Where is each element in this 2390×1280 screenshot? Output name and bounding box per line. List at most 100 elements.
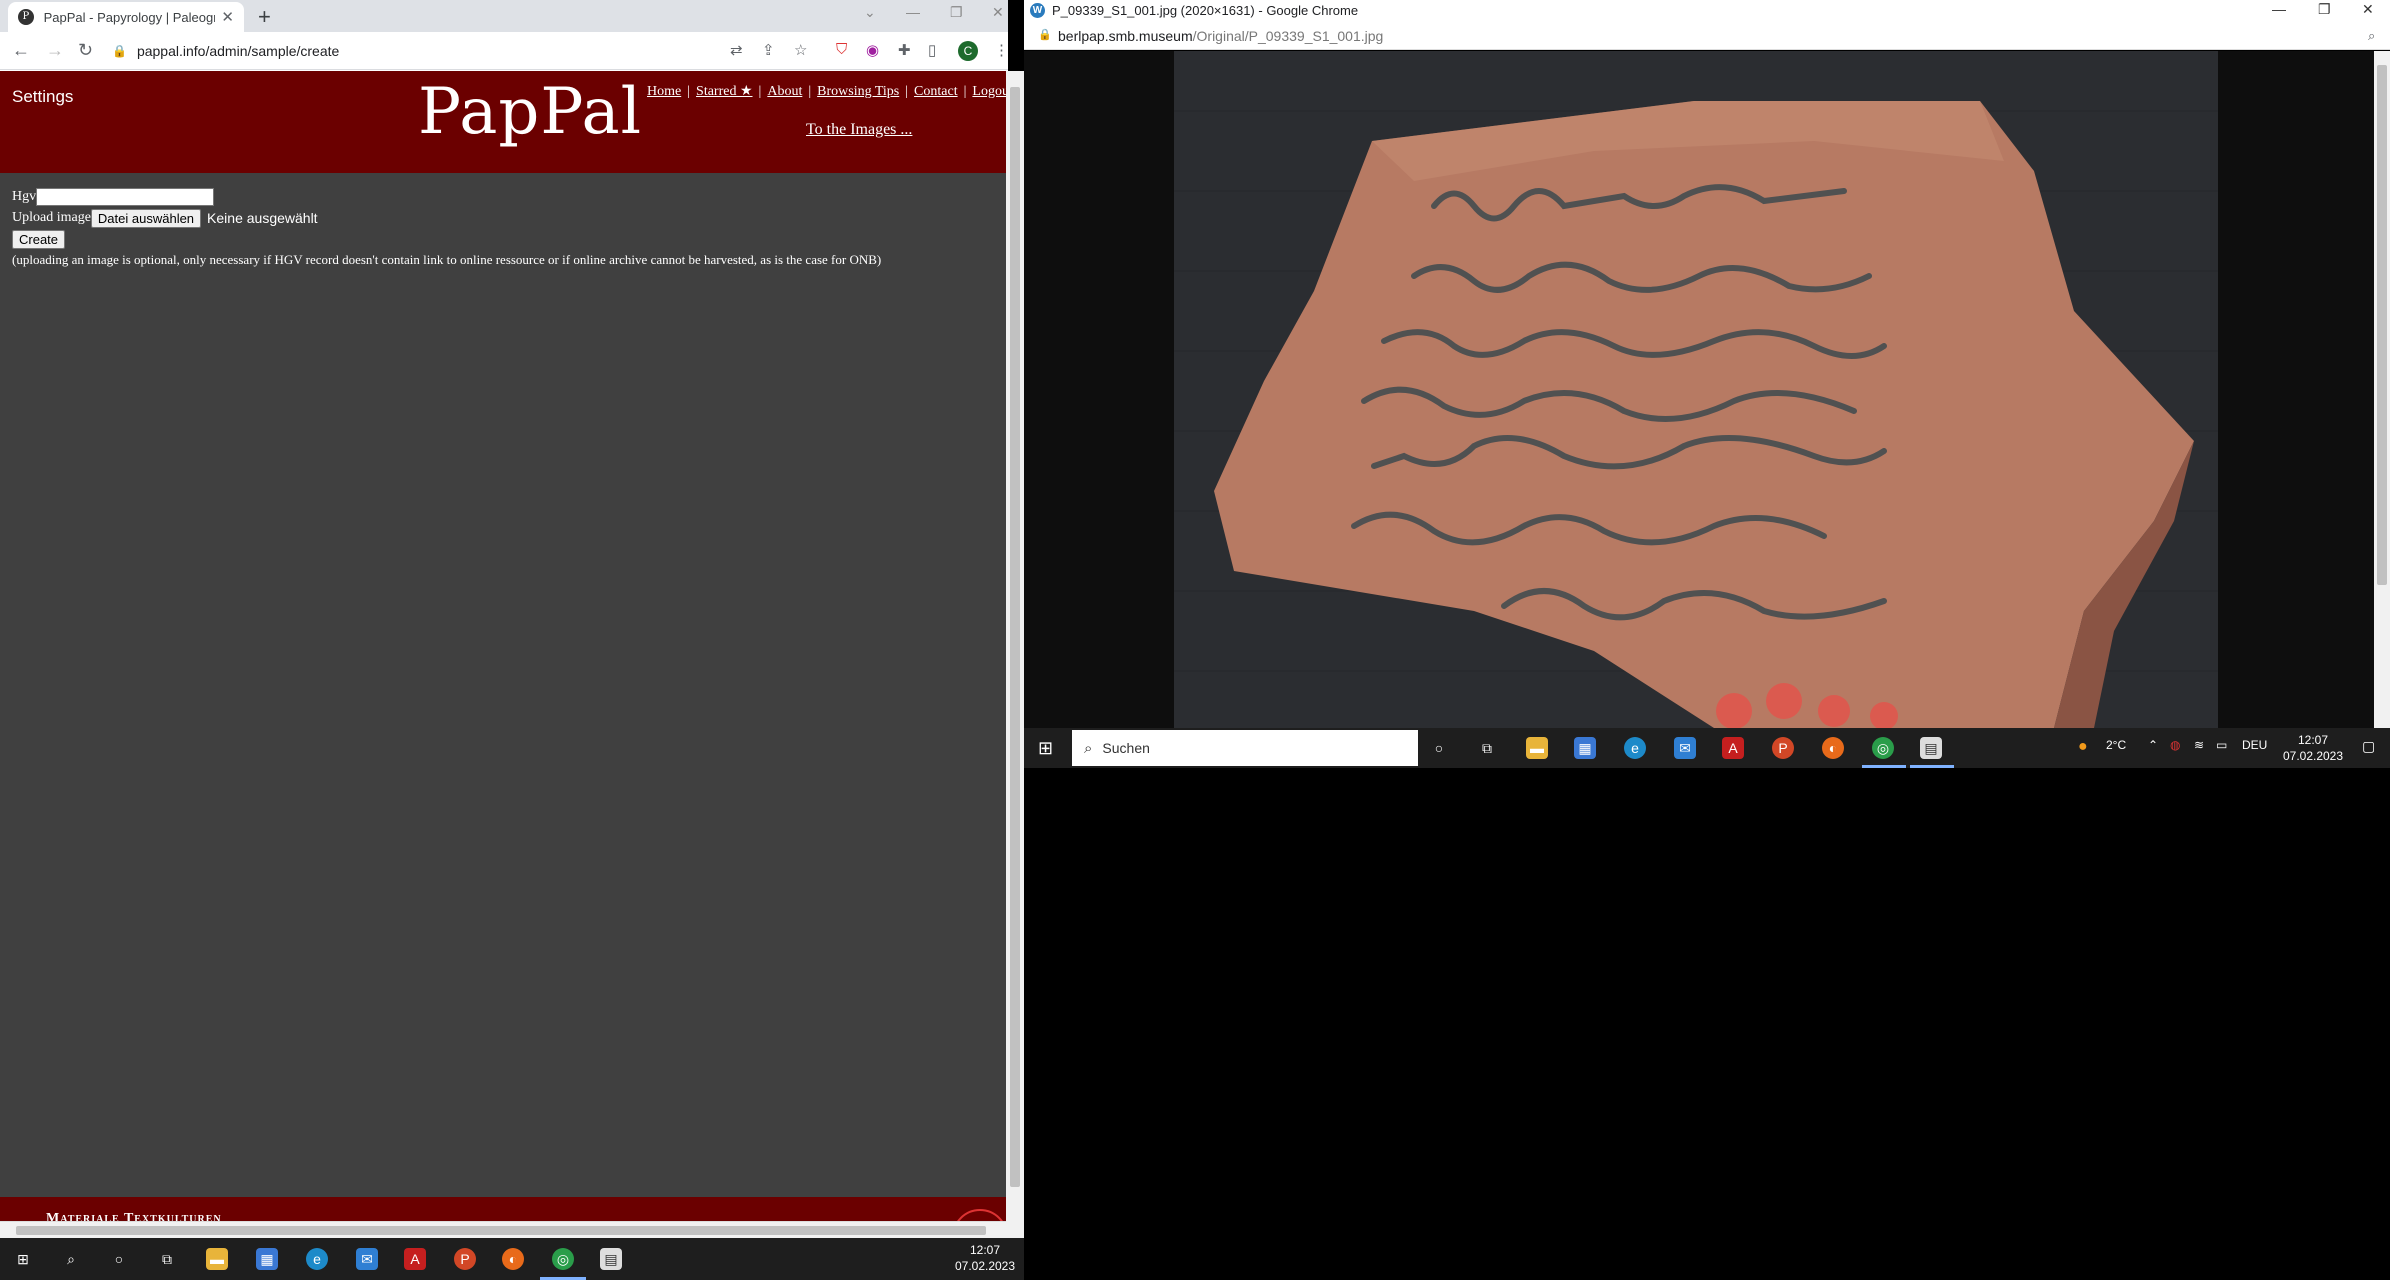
bottom-store-icon[interactable]: ▦ <box>256 1248 278 1270</box>
right-restore-icon[interactable]: ❐ <box>2318 1 2331 18</box>
tab-search-icon[interactable]: ⌄ <box>864 4 876 21</box>
chrome-active-indicator <box>1862 765 1906 768</box>
windows-start-icon[interactable]: ⊞ <box>1038 738 1053 759</box>
to-images-link[interactable]: To the Images ... <box>806 121 912 139</box>
reload-icon[interactable]: ↻ <box>78 40 93 61</box>
bottom-firefox-icon[interactable]: ◐ <box>502 1248 524 1270</box>
bottom-cortana-icon[interactable]: ○ <box>108 1248 130 1270</box>
share-icon[interactable]: ⇪ <box>762 41 775 59</box>
nav-contact[interactable]: Contact <box>914 84 958 99</box>
right-close-icon[interactable]: ✕ <box>2362 1 2374 18</box>
back-icon[interactable]: ← <box>12 40 30 61</box>
notifications-icon[interactable]: ▢ <box>2362 738 2375 755</box>
battery-icon[interactable]: ▭ <box>2216 738 2227 752</box>
bottom-window-app-icon[interactable]: ▤ <box>600 1248 622 1270</box>
left-browser-window: P PapPal - Papyrology | Paleograph ✕ + ⌄… <box>0 0 1008 1238</box>
upload-row: Upload image Datei auswählen Keine ausge… <box>12 208 881 228</box>
create-button[interactable]: Create <box>12 229 66 249</box>
bottom-edge-icon[interactable]: e <box>306 1248 328 1270</box>
site-logo[interactable]: PapPal <box>418 75 642 149</box>
weather-icon[interactable]: ● <box>2078 738 2088 756</box>
horizontal-scrollbar[interactable] <box>0 1221 1008 1238</box>
bottom-clock[interactable]: 12:07 07.02.2023 <box>950 1242 1020 1274</box>
address-bar[interactable]: 🔒 pappal.info/admin/sample/create <box>112 38 712 64</box>
taskbar-clock[interactable]: 12:07 07.02.2023 <box>2278 732 2348 764</box>
image-viewer <box>1024 51 2374 728</box>
file-status-text: Keine ausgewählt <box>207 210 318 226</box>
bottom-chrome-icon[interactable]: ◎ <box>552 1248 574 1270</box>
tab-title: PapPal - Papyrology | Paleograph <box>43 9 216 25</box>
cortana-icon[interactable]: ○ <box>1428 737 1450 759</box>
new-tab-icon[interactable]: + <box>258 4 271 30</box>
right-vertical-scroll-thumb[interactable] <box>2377 65 2387 585</box>
bottom-mail-icon[interactable]: ✉ <box>356 1248 378 1270</box>
menu-kebab-icon[interactable]: ⋮ <box>994 41 1008 59</box>
tab-close-icon[interactable]: ✕ <box>221 8 234 26</box>
restore-icon[interactable]: ❐ <box>950 4 963 21</box>
tray-chevron-icon[interactable]: ⌃ <box>2148 738 2158 752</box>
pappal-favicon-icon: P <box>18 9 34 25</box>
wifi-icon[interactable]: ≋ <box>2194 738 2204 752</box>
right-window-title: P_09339_S1_001.jpg (2020×1631) - Google … <box>1052 3 1359 18</box>
taskbar-search-placeholder: Suchen <box>1102 740 1150 756</box>
right-taskbar: ⊞ ⌕ Suchen ○ ⧉ ▬ ▦ e ✉ A P ◐ ◎ ▤ ● 2°C ⌃… <box>1024 728 2390 768</box>
upload-note: (uploading an image is optional, only ne… <box>12 252 882 267</box>
hgv-input[interactable] <box>36 188 215 206</box>
extension-ublock-icon[interactable]: ◉ <box>866 41 879 59</box>
nav-browsing-tips[interactable]: Browsing Tips <box>817 84 899 99</box>
nav-about[interactable]: About <box>767 84 802 99</box>
nav-starred[interactable]: Starred ★ <box>696 84 752 99</box>
translate-icon[interactable]: ⇄ <box>730 41 743 59</box>
firefox-icon[interactable]: ◐ <box>1822 737 1844 759</box>
pappal-page: Settings PapPal Home | Starred ★ | About | Bro… <box>0 71 1008 1238</box>
acrobat-icon[interactable]: A <box>1722 737 1744 759</box>
right-address-bar[interactable]: 🔒 berlpap.smb.museum/Original/P_09339_S1… <box>1024 22 2390 50</box>
nav-logout[interactable]: Logou <box>972 84 1008 99</box>
tray-alert-icon[interactable]: ◍ <box>2170 738 2180 752</box>
url-domain: berlpap.smb.museum <box>1058 28 1193 44</box>
window-app-icon[interactable]: ▤ <box>1920 737 1942 759</box>
settings-link[interactable]: Settings <box>12 87 73 107</box>
right-title-bar: W P_09339_S1_001.jpg (2020×1631) - Googl… <box>1024 0 2390 22</box>
tab-strip: P PapPal - Papyrology | Paleograph ✕ + ⌄… <box>0 0 1008 32</box>
wordpress-favicon-icon: W <box>1030 3 1045 18</box>
bottom-acrobat-icon[interactable]: A <box>404 1248 426 1270</box>
left-vertical-scrollbar[interactable] <box>1006 71 1024 1238</box>
bottom-file-explorer-icon[interactable]: ▬ <box>206 1248 228 1270</box>
forward-icon[interactable]: → <box>46 40 64 61</box>
bottom-clock-date: 07.02.2023 <box>954 1259 1016 1273</box>
taskbar-search-box[interactable]: ⌕ Suchen <box>1072 730 1418 766</box>
tab-pappal[interactable]: P PapPal - Papyrology | Paleograph ✕ <box>8 2 244 32</box>
zoom-icon[interactable]: ⌕ <box>2368 28 2375 44</box>
right-vertical-scrollbar[interactable] <box>2374 51 2390 728</box>
side-panel-icon[interactable]: ▯ <box>928 41 936 59</box>
store-icon[interactable]: ▦ <box>1574 737 1596 759</box>
minimize-icon[interactable]: — <box>906 4 920 20</box>
language-indicator[interactable]: DEU <box>2242 738 2267 752</box>
mail-icon[interactable]: ✉ <box>1674 737 1696 759</box>
horizontal-scroll-thumb[interactable] <box>16 1226 986 1235</box>
close-window-icon[interactable]: ✕ <box>992 4 1004 21</box>
profile-avatar[interactable]: C <box>958 41 978 61</box>
window-app-active-indicator <box>1910 765 1954 768</box>
extension-shield-icon[interactable]: ⛉ <box>836 41 847 58</box>
bottom-start-icon[interactable]: ⊞ <box>12 1248 34 1270</box>
bookmark-star-icon[interactable]: ☆ <box>794 41 807 59</box>
bottom-powerpoint-icon[interactable]: P <box>454 1248 476 1270</box>
bottom-task-view-icon[interactable]: ⧉ <box>156 1248 178 1270</box>
clock-date: 07.02.2023 <box>2282 749 2344 763</box>
left-vertical-scroll-thumb[interactable] <box>1010 87 1020 1187</box>
bottom-search-icon[interactable]: ⌕ <box>60 1248 82 1270</box>
chrome-icon[interactable]: ◎ <box>1872 737 1894 759</box>
file-explorer-icon[interactable]: ▬ <box>1526 737 1548 759</box>
powerpoint-icon[interactable]: P <box>1772 737 1794 759</box>
choose-file-button[interactable]: Datei auswählen <box>90 208 202 228</box>
ostracon-photo[interactable] <box>1174 51 2218 728</box>
right-minimize-icon[interactable]: — <box>2272 1 2286 17</box>
task-view-icon[interactable]: ⧉ <box>1476 737 1498 759</box>
nav-home[interactable]: Home <box>647 84 681 99</box>
weather-temp[interactable]: 2°C <box>2106 738 2126 752</box>
url-path: /Original/P_09339_S1_001.jpg <box>1192 28 1384 44</box>
edge-icon[interactable]: e <box>1624 737 1646 759</box>
extensions-puzzle-icon[interactable]: ✚ <box>898 41 911 59</box>
